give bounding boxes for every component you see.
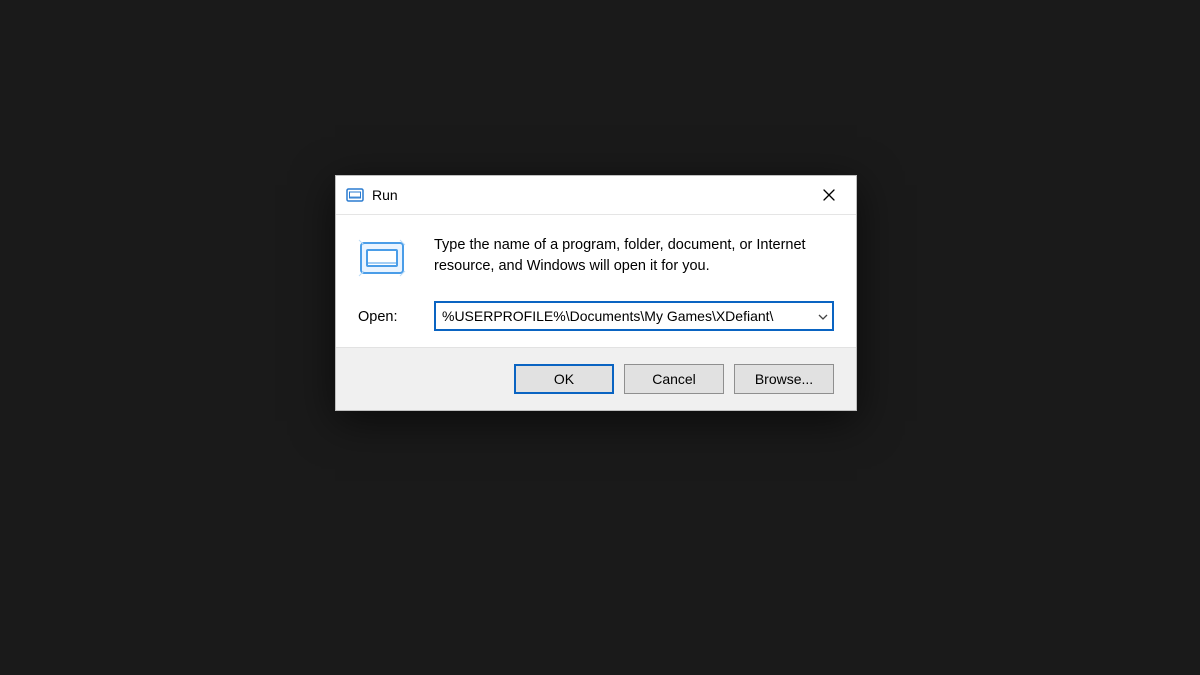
dialog-title: Run	[372, 187, 398, 203]
browse-button[interactable]: Browse...	[734, 364, 834, 394]
cancel-button[interactable]: Cancel	[624, 364, 724, 394]
run-icon	[346, 186, 364, 204]
run-dialog: Run Type the name of a program, folder, …	[335, 175, 857, 411]
dialog-body: Type the name of a program, folder, docu…	[336, 215, 856, 347]
open-input[interactable]	[434, 301, 834, 331]
dialog-description: Type the name of a program, folder, docu…	[434, 235, 834, 277]
titlebar: Run	[336, 176, 856, 215]
close-button[interactable]	[806, 180, 852, 210]
open-label: Open:	[358, 307, 416, 325]
open-combobox[interactable]	[434, 301, 834, 331]
run-icon-large	[358, 237, 406, 279]
button-row: OK Cancel Browse...	[336, 347, 856, 410]
ok-button[interactable]: OK	[514, 364, 614, 394]
close-icon	[823, 189, 835, 201]
